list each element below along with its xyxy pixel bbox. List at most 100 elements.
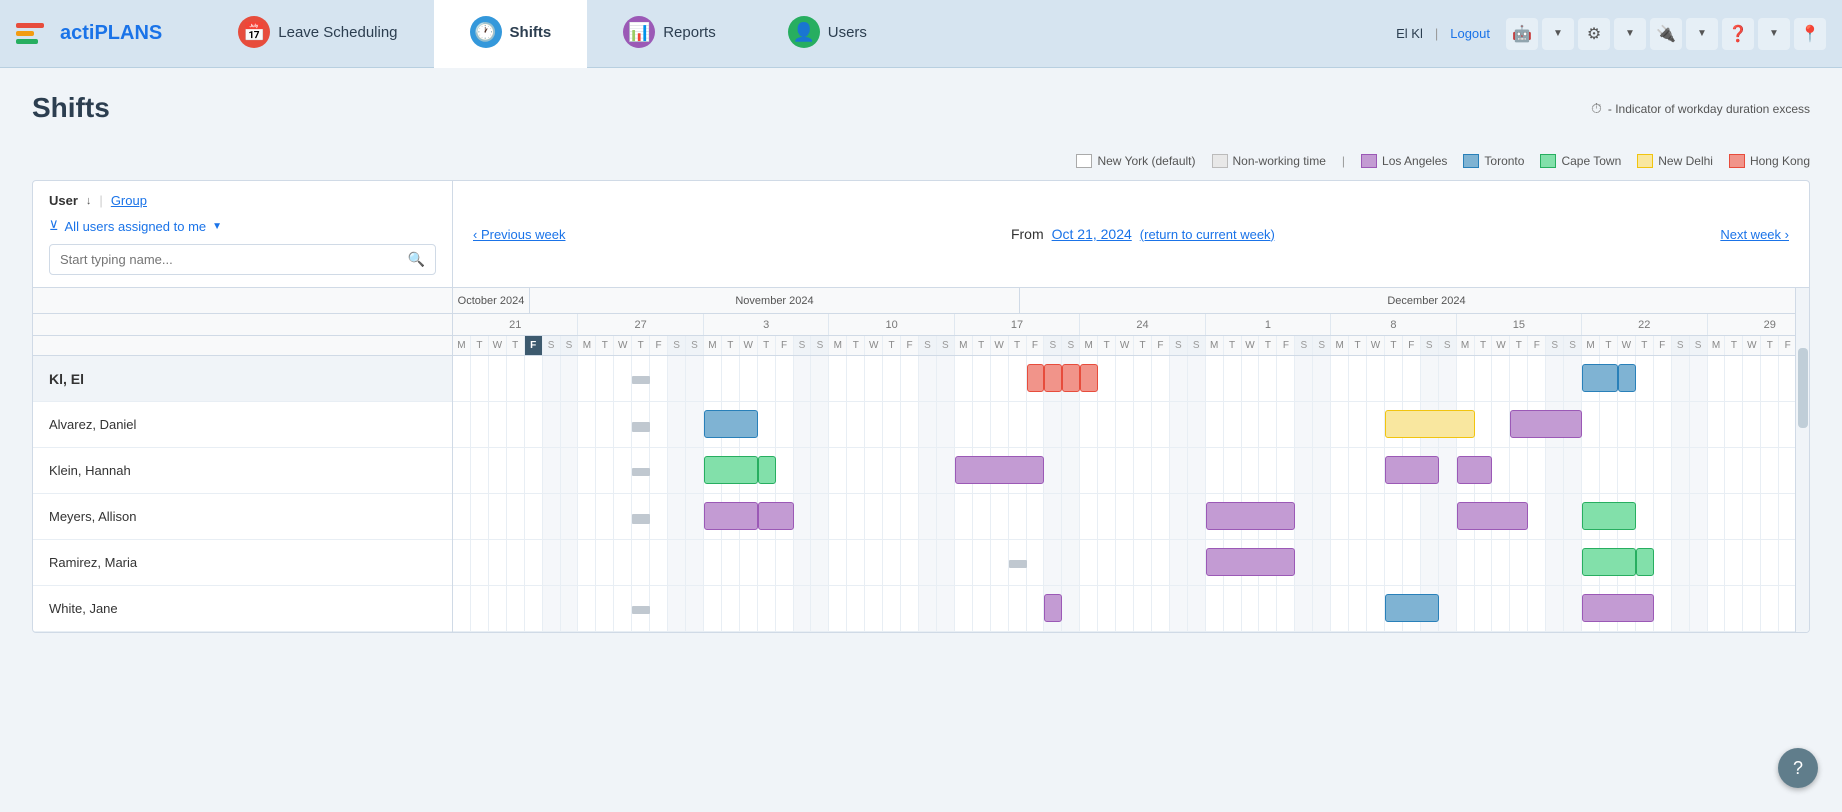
slot-r1-d34[interactable] <box>1062 402 1080 447</box>
slot-r5-d67[interactable] <box>1654 586 1672 631</box>
slot-r2-d61[interactable] <box>1546 448 1564 493</box>
slot-r1-d12[interactable] <box>668 402 686 447</box>
tab-users[interactable]: 👤 Users <box>752 0 903 68</box>
slot-r1-d56[interactable] <box>1457 402 1475 447</box>
bot-icon-btn[interactable]: 🤖 <box>1506 18 1538 50</box>
slot-r0-d47[interactable] <box>1295 356 1313 401</box>
slot-r5-d9[interactable] <box>614 586 632 631</box>
slot-r5-d26[interactable] <box>919 586 937 631</box>
slot-r4-d56[interactable] <box>1457 540 1475 585</box>
slot-r2-d68[interactable] <box>1672 448 1690 493</box>
slot-r4-d36[interactable] <box>1098 540 1116 585</box>
slot-r5-d16[interactable] <box>740 586 758 631</box>
slot-r2-d69[interactable] <box>1690 448 1708 493</box>
slot-r5-d40[interactable] <box>1170 586 1188 631</box>
slot-r0-d28[interactable] <box>955 356 973 401</box>
slot-r4-d6[interactable] <box>561 540 579 585</box>
slot-r1-d23[interactable] <box>865 402 883 447</box>
slot-r3-d64[interactable] <box>1600 494 1618 539</box>
slot-r1-d36[interactable] <box>1098 402 1116 447</box>
slot-r2-d3[interactable] <box>507 448 525 493</box>
slot-r4-d73[interactable] <box>1761 540 1779 585</box>
slot-r0-d34[interactable] <box>1062 356 1080 401</box>
slot-r2-d71[interactable] <box>1725 448 1743 493</box>
slot-r1-d15[interactable] <box>722 402 740 447</box>
slot-r4-d74[interactable] <box>1779 540 1795 585</box>
slot-r3-d1[interactable] <box>471 494 489 539</box>
return-to-current-week-link[interactable]: (return to current week) <box>1140 227 1275 242</box>
slot-r1-d8[interactable] <box>596 402 614 447</box>
slot-r1-d10[interactable] <box>632 402 650 447</box>
slot-r4-d24[interactable] <box>883 540 901 585</box>
slot-r5-d5[interactable] <box>543 586 561 631</box>
slot-r5-d61[interactable] <box>1546 586 1564 631</box>
slot-r0-d38[interactable] <box>1134 356 1152 401</box>
slot-r1-d74[interactable] <box>1779 402 1795 447</box>
slot-r0-d59[interactable] <box>1510 356 1528 401</box>
slot-r2-d44[interactable] <box>1242 448 1260 493</box>
slot-r0-d50[interactable] <box>1349 356 1367 401</box>
slot-r1-d59[interactable] <box>1510 402 1528 447</box>
slot-r4-d39[interactable] <box>1152 540 1170 585</box>
slot-r3-d41[interactable] <box>1188 494 1206 539</box>
slot-r2-d14[interactable] <box>704 448 722 493</box>
slot-r1-d21[interactable] <box>829 402 847 447</box>
slot-r2-d9[interactable] <box>614 448 632 493</box>
slot-r0-d66[interactable] <box>1636 356 1654 401</box>
slot-r1-d24[interactable] <box>883 402 901 447</box>
slot-r4-d22[interactable] <box>847 540 865 585</box>
slot-r5-d4[interactable] <box>525 586 543 631</box>
slot-r1-d67[interactable] <box>1654 402 1672 447</box>
slot-r5-d31[interactable] <box>1009 586 1027 631</box>
slot-r1-d32[interactable] <box>1027 402 1045 447</box>
slot-r2-d11[interactable] <box>650 448 668 493</box>
tab-shifts[interactable]: 🕐 Shifts <box>434 0 588 68</box>
slot-r4-d18[interactable] <box>776 540 794 585</box>
slot-r4-d46[interactable] <box>1277 540 1295 585</box>
slot-r5-d62[interactable] <box>1564 586 1582 631</box>
slot-r3-d8[interactable] <box>596 494 614 539</box>
slot-r5-d69[interactable] <box>1690 586 1708 631</box>
slot-r5-d63[interactable] <box>1582 586 1600 631</box>
slot-r0-d43[interactable] <box>1224 356 1242 401</box>
slot-r1-d19[interactable] <box>794 402 812 447</box>
slot-r4-d63[interactable] <box>1582 540 1600 585</box>
slot-r3-d58[interactable] <box>1492 494 1510 539</box>
slot-r0-d55[interactable] <box>1439 356 1457 401</box>
slot-r5-d12[interactable] <box>668 586 686 631</box>
slot-r3-d11[interactable] <box>650 494 668 539</box>
slot-r5-d55[interactable] <box>1439 586 1457 631</box>
slot-r4-d44[interactable] <box>1242 540 1260 585</box>
group-filter-link[interactable]: Group <box>111 193 147 208</box>
slot-r5-d24[interactable] <box>883 586 901 631</box>
slot-r1-d64[interactable] <box>1600 402 1618 447</box>
slot-r1-d9[interactable] <box>614 402 632 447</box>
slot-r3-d3[interactable] <box>507 494 525 539</box>
slot-r0-d42[interactable] <box>1206 356 1224 401</box>
slot-r5-d58[interactable] <box>1492 586 1510 631</box>
slot-r1-d54[interactable] <box>1421 402 1439 447</box>
slot-r4-d31[interactable] <box>1009 540 1027 585</box>
slot-r3-d32[interactable] <box>1027 494 1045 539</box>
slot-r2-d8[interactable] <box>596 448 614 493</box>
slot-r2-d62[interactable] <box>1564 448 1582 493</box>
slot-r0-d41[interactable] <box>1188 356 1206 401</box>
help-button[interactable]: ? <box>1778 748 1818 788</box>
slot-r4-d8[interactable] <box>596 540 614 585</box>
slot-r3-d49[interactable] <box>1331 494 1349 539</box>
slot-r5-d49[interactable] <box>1331 586 1349 631</box>
slot-r4-d2[interactable] <box>489 540 507 585</box>
slot-r1-d57[interactable] <box>1475 402 1493 447</box>
slot-r2-d55[interactable] <box>1439 448 1457 493</box>
slot-r3-d6[interactable] <box>561 494 579 539</box>
slot-r2-d49[interactable] <box>1331 448 1349 493</box>
slot-r1-d72[interactable] <box>1743 402 1761 447</box>
sort-user-label[interactable]: User <box>49 193 78 208</box>
slot-r5-d22[interactable] <box>847 586 865 631</box>
slot-r4-d58[interactable] <box>1492 540 1510 585</box>
slot-r1-d6[interactable] <box>561 402 579 447</box>
slot-r3-d50[interactable] <box>1349 494 1367 539</box>
current-date-link[interactable]: Oct 21, 2024 <box>1052 226 1132 242</box>
slot-r3-d27[interactable] <box>937 494 955 539</box>
slot-r2-d57[interactable] <box>1475 448 1493 493</box>
